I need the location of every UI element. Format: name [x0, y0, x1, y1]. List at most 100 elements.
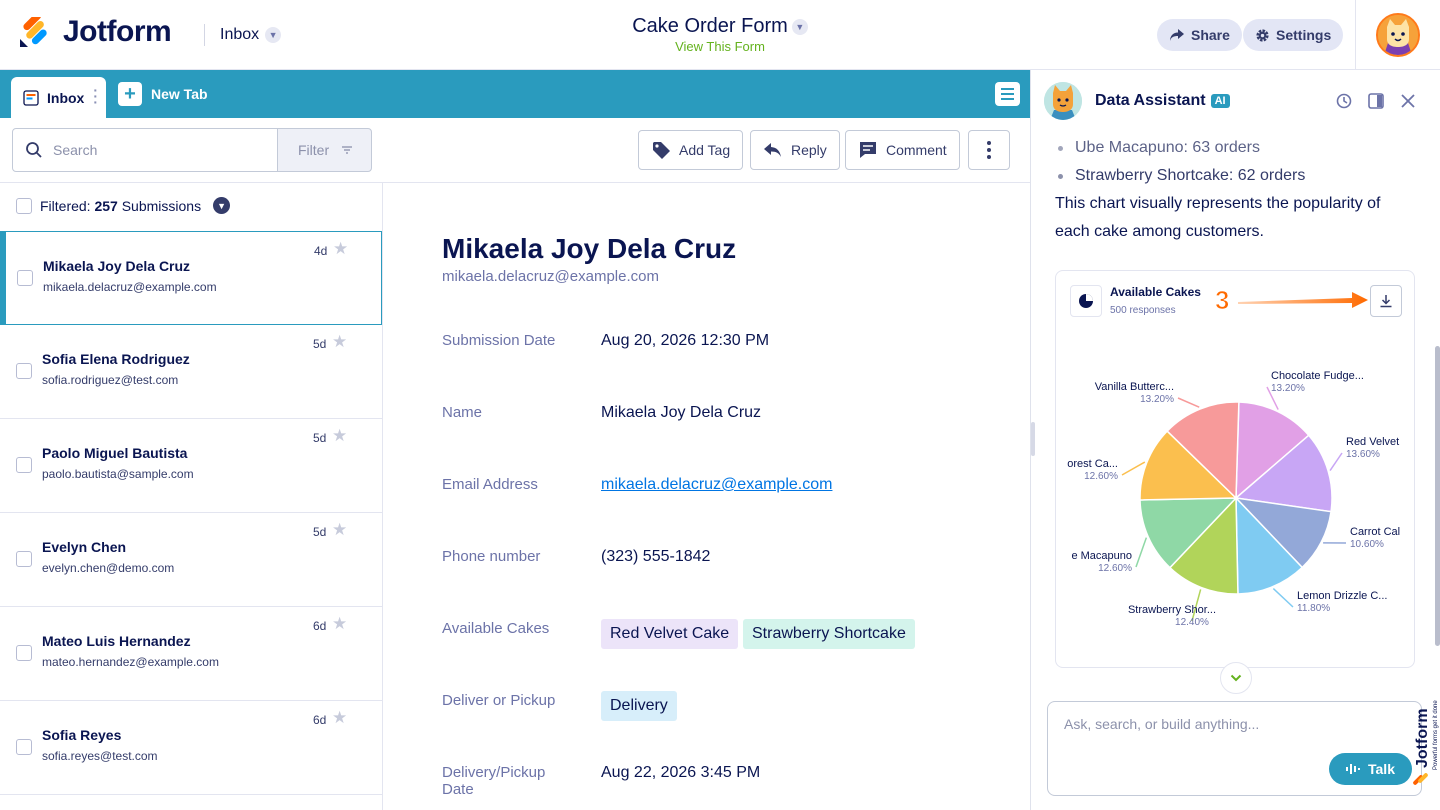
row-checkbox[interactable] — [16, 457, 32, 473]
slice-percent-label: 13.20% — [1140, 394, 1174, 405]
tab-inbox[interactable]: Inbox · · · — [11, 77, 106, 118]
tab-inbox-label: Inbox — [47, 89, 85, 106]
search-input[interactable]: Search — [12, 128, 278, 172]
slice-percent-label: 13.60% — [1346, 449, 1380, 460]
assistant-title-text: Data Assistant — [1095, 92, 1206, 109]
divider — [0, 182, 1030, 183]
panel-toggle-icon[interactable] — [1367, 92, 1385, 110]
field-value: Aug 22, 2026 3:45 PM — [601, 764, 761, 781]
star-icon[interactable]: ★ — [332, 332, 347, 352]
submission-email: mikaela.delacruz@example.com — [442, 268, 659, 285]
list-item: Ube Macapuno: 63 orders — [1058, 139, 1260, 157]
search-placeholder: Search — [53, 142, 98, 158]
brand-name[interactable]: Jotform — [63, 15, 172, 49]
chevron-down-icon — [1230, 674, 1242, 682]
inbox-icon — [23, 89, 39, 106]
slice-percent-label: 10.60% — [1350, 539, 1384, 550]
submitter-name: Mateo Luis Hernandez — [42, 633, 191, 649]
submitter-email: sofia.reyes@test.com — [42, 749, 158, 763]
filtered-suffix: Submissions — [121, 197, 202, 214]
scroll-down-button[interactable] — [1220, 662, 1252, 694]
list-item[interactable]: Sofia Reyes sofia.reyes@test.com 6d ★ — [0, 701, 382, 795]
submitter-email: mateo.hernandez@example.com — [42, 655, 219, 669]
panel-scrollbar[interactable] — [1435, 346, 1440, 646]
list-item[interactable]: Paolo Miguel Bautista paolo.bautista@sam… — [0, 419, 382, 513]
talk-button[interactable]: Talk — [1329, 753, 1412, 785]
row-checkbox[interactable] — [16, 363, 32, 379]
close-icon[interactable] — [1399, 92, 1417, 110]
field-label: Available Cakes — [442, 620, 550, 637]
field-label-line: Delivery/Pickup — [442, 764, 546, 781]
submitter-name: Evelyn Chen — [42, 539, 127, 555]
submission-age: 5d — [313, 337, 327, 351]
jotform-logo-icon[interactable] — [18, 17, 50, 49]
submission-age: 4d — [314, 244, 328, 258]
star-icon[interactable]: ★ — [332, 614, 347, 634]
field-label-line: Date — [442, 781, 474, 798]
submitter-email: paolo.bautista@sample.com — [42, 467, 194, 481]
form-title-dropdown[interactable]: Cake Order Form ▼ — [560, 15, 880, 38]
paragraph-line: This chart visually represents the popul… — [1055, 195, 1381, 212]
field-label: Phone number — [442, 548, 541, 565]
list-item[interactable]: Evelyn Chen evelyn.chen@demo.com 5d ★ — [0, 513, 382, 607]
star-icon[interactable]: ★ — [333, 239, 348, 259]
row-checkbox[interactable] — [17, 270, 33, 286]
chevron-down-icon: ▼ — [265, 27, 282, 43]
tab-options-icon[interactable]: · · · — [93, 83, 98, 109]
star-icon[interactable]: ★ — [332, 426, 347, 446]
history-clock-icon[interactable] — [1335, 92, 1353, 110]
download-button[interactable] — [1370, 285, 1402, 317]
slice-label: orest Ca... — [1067, 458, 1118, 470]
star-icon[interactable]: ★ — [332, 708, 347, 728]
new-tab-button[interactable]: + New Tab — [118, 82, 208, 106]
row-checkbox[interactable] — [16, 739, 32, 755]
share-button[interactable]: Share — [1157, 19, 1242, 51]
divider — [1355, 0, 1356, 70]
pie-chart: Chocolate Fudge...13.20%Red Velvet13.60%… — [1067, 370, 1400, 628]
comment-label: Comment — [886, 142, 947, 158]
submitter-email: mikaela.delacruz@example.com — [43, 280, 217, 294]
share-arrow-icon — [1170, 29, 1184, 41]
settings-button[interactable]: Settings — [1243, 19, 1344, 51]
view-form-link[interactable]: View This Form — [560, 39, 880, 54]
cake-chip: Strawberry Shortcake — [743, 619, 915, 649]
filtered-summary: Filtered: 257 Submissions ▼ — [16, 197, 231, 214]
star-icon[interactable]: ★ — [332, 520, 347, 540]
submitter-email: sofia.rodriguez@test.com — [42, 373, 179, 387]
hamburger-menu-icon[interactable] — [995, 82, 1020, 106]
chat-input[interactable]: Ask, search, or build anything... Talk — [1047, 701, 1422, 796]
ai-badge: AI — [1210, 94, 1230, 108]
chevron-down-icon[interactable]: ▼ — [213, 197, 231, 214]
jotform-side-logo: Jotform Powerful forms get it done — [1413, 700, 1439, 785]
cat-avatar-icon — [1044, 82, 1082, 120]
side-tagline-text: Powerful forms get it done — [1433, 700, 1439, 770]
list-item[interactable]: Sofia Elena Rodriguez sofia.rodriguez@te… — [0, 325, 382, 419]
reply-button[interactable]: Reply — [750, 130, 840, 170]
email-link[interactable]: mikaela.delacruz@example.com — [601, 476, 832, 494]
comment-button[interactable]: Comment — [845, 130, 960, 170]
slice-percent-label: 12.60% — [1098, 563, 1132, 574]
submitter-name: Paolo Miguel Bautista — [42, 445, 188, 461]
submission-age: 5d — [313, 431, 327, 445]
slice-label: Carrot Cal — [1350, 526, 1400, 538]
comment-icon — [860, 142, 876, 158]
filtered-count: 257 — [94, 197, 118, 214]
list-item: Strawberry Shortcake: 62 orders — [1058, 167, 1305, 185]
add-tag-button[interactable]: Add Tag — [638, 130, 744, 170]
list-item[interactable]: Mikaela Joy Dela Cruz mikaela.delacruz@e… — [0, 231, 382, 325]
divider — [204, 24, 205, 46]
more-options-icon[interactable] — [968, 130, 1010, 170]
form-title: Cake Order Form — [632, 15, 788, 37]
resize-handle[interactable] — [1031, 422, 1035, 456]
section-dropdown[interactable]: Inbox ▼ — [220, 26, 282, 44]
filter-button[interactable]: Filter — [277, 128, 372, 172]
row-checkbox[interactable] — [16, 551, 32, 567]
select-all-checkbox[interactable] — [16, 197, 32, 214]
cake-chip: Red Velvet Cake — [601, 619, 739, 649]
reply-arrow-icon — [764, 143, 781, 157]
user-avatar[interactable] — [1376, 13, 1420, 57]
row-checkbox[interactable] — [16, 645, 32, 661]
chevron-down-icon: ▼ — [791, 18, 808, 35]
download-icon — [1380, 295, 1392, 308]
list-item[interactable]: Mateo Luis Hernandez mateo.hernandez@exa… — [0, 607, 382, 701]
